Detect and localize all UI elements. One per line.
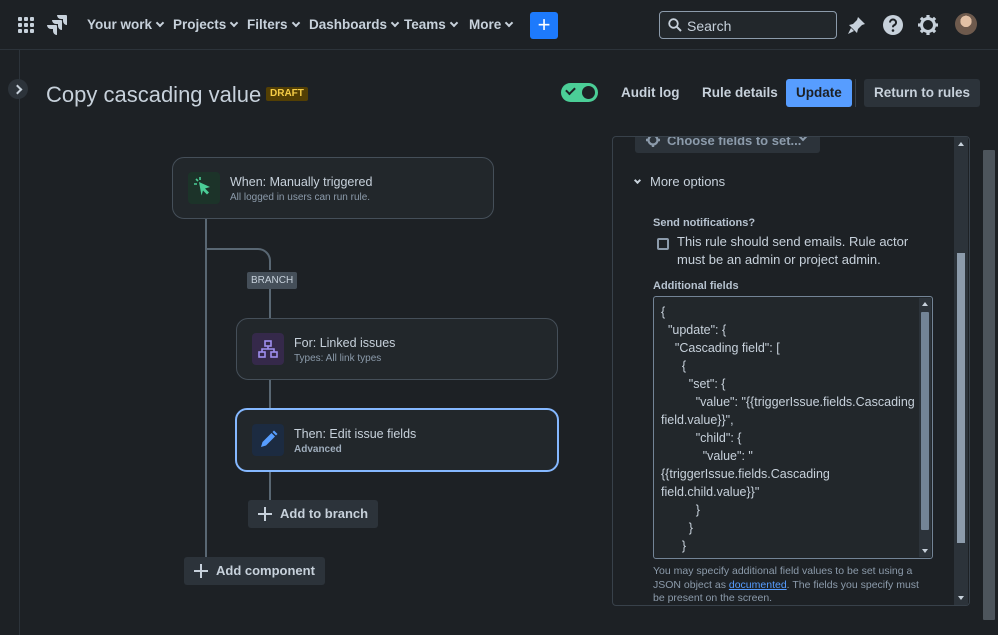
branch-subtitle: Types: All link types [294,353,382,364]
chevron-down-icon [390,18,400,28]
settings-icon[interactable] [917,14,939,36]
pencil-icon [261,430,278,447]
textarea-scrollbar[interactable] [919,298,931,557]
send-notifications-label: Send notifications? [653,217,756,229]
action-title: Then: Edit issue fields [294,427,417,441]
nav-label: Filters [247,17,288,32]
expand-sidebar-button[interactable] [8,79,28,99]
create-button[interactable]: + [530,12,558,39]
top-navigation: Your work Projects Filters Dashboards Te… [0,0,998,50]
nav-label: More [469,17,502,32]
page-title: Copy cascading value [46,82,262,107]
nav-dashboards[interactable]: Dashboards [309,0,400,50]
nav-label: Your work [87,17,153,32]
chevron-down-icon [449,18,459,28]
connector-line [205,248,255,250]
scroll-up-icon[interactable] [958,142,964,146]
add-component-label: Add component [216,563,315,578]
rule-enabled-toggle[interactable] [561,83,598,102]
connector-line [205,218,207,558]
additional-fields-textarea[interactable]: { "update": { "Cascading field": [ { "se… [653,296,933,559]
trigger-card[interactable]: When: Manually triggered All logged in u… [172,157,494,219]
add-to-branch-button[interactable]: Add to branch [248,500,379,528]
rule-details-button[interactable]: Rule details [692,79,788,107]
nav-projects[interactable]: Projects [173,0,239,50]
chevron-down-icon [505,18,514,28]
audit-log-button[interactable]: Audit log [611,79,689,107]
update-button[interactable]: Update [786,79,852,107]
help-icon[interactable] [882,14,904,36]
scroll-down-icon[interactable] [958,596,964,600]
branch-title: For: Linked issues [294,336,396,350]
nav-more[interactable]: More [469,0,514,50]
page-scrollbar[interactable] [983,150,995,620]
additional-fields-value: { "update": { "Cascading field": [ { "se… [661,305,915,558]
search-placeholder: Search [687,18,732,34]
avatar[interactable] [955,13,977,35]
app-switcher-icon[interactable] [18,17,34,33]
notifications-icon[interactable] [846,14,868,36]
additional-fields-label: Additional fields [653,280,739,292]
trigger-subtitle: All logged in users can run rule. [230,192,371,203]
branch-tag: BRANCH [247,272,298,289]
component-config-panel: Choose fields to set... More options Sen… [612,136,970,606]
left-sidebar-rail [0,50,20,635]
documented-link[interactable]: documented [729,579,787,591]
more-options-label: More options [650,174,726,189]
add-component-button[interactable]: Add component [184,557,325,585]
connector-line [269,379,271,409]
additional-fields-helper: You may specify additional field values … [653,565,931,605]
chevron-down-icon [155,18,165,28]
send-notifications-text: This rule should send emails. Rule actor… [677,234,909,267]
plus-icon [194,564,208,578]
add-to-branch-label: Add to branch [280,506,369,521]
search-input[interactable]: Search [659,11,837,39]
action-icon-tile [252,424,284,456]
connector-line [269,471,271,501]
chevron-down-icon [291,18,300,28]
trigger-icon-tile [188,172,220,204]
toggle-knob [582,86,595,99]
connector-line [269,288,271,319]
search-icon [668,18,682,32]
return-to-rules-button[interactable]: Return to rules [864,79,981,107]
nav-label: Projects [173,17,227,32]
nav-teams[interactable]: Teams [404,0,459,50]
action-subtitle: Advanced [294,444,342,455]
scroll-up-icon[interactable] [922,302,928,306]
send-notifications-checkbox[interactable] [657,238,669,250]
hierarchy-icon [258,340,278,358]
panel-scrollbar[interactable] [954,137,968,605]
status-badge: DRAFT [266,87,308,101]
nav-your-work[interactable]: Your work [87,0,165,50]
action-card[interactable]: Then: Edit issue fields Advanced [235,408,559,472]
gear-icon [646,137,660,147]
chevron-down-icon [230,18,239,28]
nav-label: Dashboards [309,17,388,32]
jira-logo-icon[interactable] [46,13,68,37]
cursor-click-icon [194,177,210,196]
nav-filters[interactable]: Filters [247,0,300,50]
branch-icon-tile [252,333,284,365]
choose-fields-dropdown[interactable]: Choose fields to set... [635,136,820,153]
check-icon [565,84,576,96]
connector-curve [250,248,271,270]
scroll-down-icon[interactable] [922,549,928,553]
trigger-title: When: Manually triggered [230,175,373,189]
more-options-toggle[interactable]: More options [633,174,726,189]
scrollbar-thumb[interactable] [957,253,965,543]
plus-icon [258,507,272,521]
choose-fields-label: Choose fields to set... [667,136,802,148]
divider [855,79,856,107]
nav-label: Teams [404,17,446,32]
scrollbar-thumb[interactable] [921,312,929,530]
chevron-down-icon [633,176,642,185]
branch-card[interactable]: For: Linked issues Types: All link types [236,318,558,380]
